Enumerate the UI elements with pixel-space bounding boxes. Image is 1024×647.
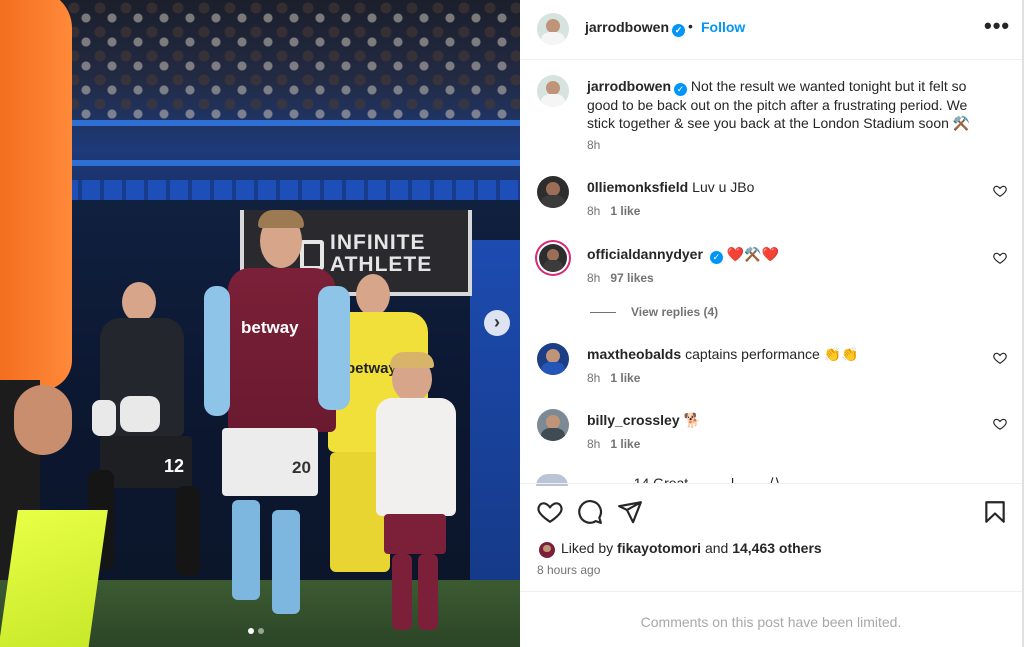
avatar[interactable] — [537, 343, 569, 375]
comment: maxtheobalds captains performance 👏👏 — [587, 345, 859, 363]
comment-text: ❤️⚒️❤️ — [726, 246, 780, 262]
official-sleeve — [0, 0, 72, 390]
captain-sleeve — [318, 286, 350, 410]
post-caption: jarrodbowen ✓ Not the result we wanted to… — [587, 77, 987, 132]
comment-likes[interactable]: 97 likes — [610, 271, 653, 285]
stand-railing — [60, 160, 520, 166]
post-photo[interactable]: INFINITE ATHLETE 12 betway betway 20 › — [0, 0, 520, 647]
comments-limited-notice: Comments on this post have been limited. — [520, 591, 1022, 647]
captain-hair — [258, 210, 304, 228]
bookmark-icon[interactable] — [982, 499, 1008, 525]
likes-prefix: Liked by — [561, 540, 614, 556]
comment-text: captains performance 👏👏 — [685, 346, 859, 362]
avatar[interactable] — [539, 244, 567, 272]
replies-divider — [590, 312, 616, 313]
chevron-right-icon[interactable]: › — [484, 310, 510, 336]
carousel-dots — [248, 628, 264, 634]
comment-time: 8h — [587, 204, 601, 218]
heart-icon[interactable] — [993, 184, 1007, 198]
avatar[interactable] — [539, 542, 555, 558]
mascot-hair — [390, 352, 434, 368]
comment-meta: 8h 1 like — [587, 371, 640, 385]
comment-likes[interactable]: 1 like — [610, 204, 640, 218]
verified-badge-icon: ✓ — [672, 24, 686, 37]
comment: billy_crossley 🐕 — [587, 411, 701, 429]
author-username-text[interactable]: jarrodbowen — [585, 19, 669, 35]
comment-meta: 8h 97 likes — [587, 271, 654, 285]
captain-sponsor: betway — [241, 318, 299, 337]
post-header: jarrodbowen ✓ • Follow ••• — [520, 0, 1022, 60]
tunnel-wall — [470, 240, 520, 620]
view-replies-button[interactable]: View replies (4) — [631, 305, 718, 319]
comment-time: 8h — [587, 271, 601, 285]
carousel-dot[interactable] — [248, 628, 254, 634]
likes-summary: Liked by fikayotomori and 14,463 others — [561, 540, 822, 556]
comment: officialdannydyer ✓ ❤️⚒️❤️ — [587, 245, 779, 264]
comment-username[interactable]: billy_crossley — [587, 412, 680, 428]
comment-username[interactable]: 0lliemonksfield — [587, 179, 688, 195]
captain-sleeve — [204, 286, 230, 416]
captain-sock — [232, 500, 260, 600]
likes-middle: and — [704, 540, 729, 556]
mascot-shirt — [376, 398, 456, 516]
mascot-sock — [418, 554, 438, 630]
keeper-sock — [176, 486, 200, 576]
avatar[interactable] — [537, 75, 569, 107]
comment-username[interactable]: maxtheobalds — [587, 346, 681, 362]
comment-time: 8h — [587, 437, 601, 451]
avatar[interactable] — [537, 176, 569, 208]
caption-username[interactable]: jarrodbowen — [587, 78, 671, 94]
comment-meta: 8h 1 like — [587, 204, 640, 218]
comment: 0lliemonksfield Luv u JBo — [587, 178, 754, 196]
comment-time: 8h — [587, 371, 601, 385]
comment-username[interactable]: officialdannydyer — [587, 246, 703, 262]
follow-button[interactable]: Follow — [701, 19, 745, 35]
keeper-glove — [92, 400, 116, 436]
stand-railing — [60, 120, 520, 126]
keeper-number: 12 — [164, 456, 185, 476]
mascot-shorts — [384, 514, 446, 554]
action-bar — [520, 483, 1022, 539]
caption-time: 8h — [587, 138, 601, 152]
official-hand — [14, 385, 72, 455]
likes-count[interactable]: 14,463 others — [732, 540, 822, 556]
mascot-sock — [392, 554, 412, 630]
opponent-head — [356, 274, 390, 316]
avatar[interactable] — [537, 409, 569, 441]
post-details-panel: jarrodbowen ✓ • Follow ••• jarrodbowen ✓ N… — [520, 0, 1022, 647]
separator: • — [688, 18, 693, 34]
author-username[interactable]: jarrodbowen ✓ — [585, 19, 686, 37]
verified-badge-icon: ✓ — [674, 83, 688, 96]
comment-text: Luv u JBo — [692, 179, 755, 195]
banner-logo-mark — [300, 240, 324, 270]
captain-sock — [272, 510, 300, 614]
heart-icon[interactable] — [993, 251, 1007, 265]
likes-user[interactable]: fikayotomori — [617, 540, 701, 556]
comment-text: 🐕 — [683, 412, 702, 428]
more-icon[interactable]: ••• — [984, 13, 1010, 39]
heart-icon[interactable] — [993, 417, 1007, 431]
comment-likes[interactable]: 1 like — [610, 437, 640, 451]
share-icon[interactable] — [617, 499, 643, 525]
banner-text: INFINITE ATHLETE — [330, 231, 433, 276]
keeper-head — [122, 282, 156, 322]
avatar[interactable] — [537, 13, 569, 45]
captain-number: 20 — [292, 458, 311, 477]
heart-icon[interactable] — [993, 351, 1007, 365]
carousel-dot[interactable] — [258, 628, 264, 634]
heart-icon[interactable] — [537, 499, 563, 525]
comment-meta: 8h 1 like — [587, 437, 640, 451]
comment-icon[interactable] — [577, 499, 603, 525]
verified-badge-icon: ✓ — [709, 251, 723, 264]
comment-likes[interactable]: 1 like — [610, 371, 640, 385]
keeper-glove — [120, 396, 160, 432]
crowd — [40, 0, 520, 120]
post-timestamp[interactable]: 8 hours ago — [537, 563, 600, 577]
